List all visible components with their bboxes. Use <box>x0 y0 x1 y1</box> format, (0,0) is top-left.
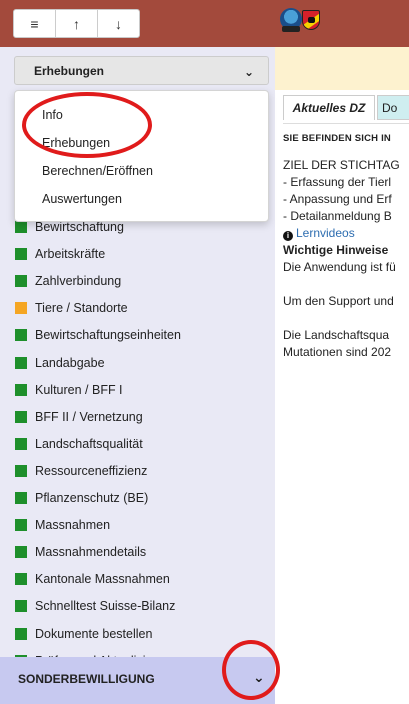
sidebar-item-label: Landschaftsqualität <box>35 436 143 451</box>
top-bar: ≡ ↑ ↓ <box>0 0 409 47</box>
sidebar-item[interactable]: Zahlverbindung <box>15 272 121 290</box>
sidebar-item-label: Arbeitskräfte <box>35 247 106 262</box>
status-square-icon <box>15 627 27 640</box>
status-square-icon <box>15 248 27 261</box>
annotation-circle-sonder-chevron <box>222 640 280 700</box>
sidebar-item-label: Tiere / Standorte <box>35 301 128 316</box>
sidebar-item-label: Kantonale Massnahmen <box>35 572 170 587</box>
sidebar-item-label: Landabgabe <box>35 355 105 370</box>
status-square-icon <box>15 302 27 315</box>
sidebar-item[interactable]: Pflanzenschutz (BE) <box>15 489 148 507</box>
hamburger-icon[interactable]: ≡ <box>14 10 56 37</box>
tab-divider <box>283 123 409 124</box>
important-notes-heading: Wichtige Hinweise <box>283 243 389 257</box>
dropdown-item-berechnen[interactable]: Berechnen/Eröffnen <box>42 164 153 178</box>
content-paragraph: Die Landschaftsqua <box>283 328 390 342</box>
sonderbewilligung-label: SONDERBEWILLIGUNG <box>18 672 155 686</box>
sidebar-item[interactable]: Landschaftsqualität <box>15 435 143 453</box>
module-select-value: Erhebungen <box>34 63 105 78</box>
status-square-icon <box>15 519 27 532</box>
sidebar-item[interactable]: Massnahmen <box>15 516 110 534</box>
content-paragraph: Um den Support und <box>283 294 394 308</box>
sidebar-item-label: Dokumente bestellen <box>35 626 153 641</box>
lernvideos-link[interactable]: Lernvideos <box>296 226 355 240</box>
sidebar-item-label: Bewirtschaftung <box>35 220 124 234</box>
tab-documents[interactable]: Do <box>377 95 409 120</box>
sidebar-item-label: Bewirtschaftungseinheiten <box>35 328 181 343</box>
content-paragraph: Mutationen sind 202 <box>283 345 392 359</box>
status-square-icon <box>15 464 27 477</box>
status-square-icon <box>15 356 27 369</box>
bern-coat-of-arms-icon <box>302 10 320 30</box>
sidebar-item-label: Schnelltest Suisse-Bilanz <box>35 599 176 614</box>
annotation-circle-erhebungen <box>22 92 152 158</box>
status-square-icon <box>15 492 27 504</box>
sidebar-item[interactable]: Tiere / Standorte <box>15 299 128 317</box>
main-content: SIE BEFINDEN SICH IN ZIEL DER STICHTAG -… <box>283 130 409 361</box>
nav-button-group: ≡ ↑ ↓ <box>13 9 140 38</box>
status-square-icon <box>15 546 27 559</box>
status-square-icon <box>15 329 27 342</box>
status-square-icon <box>15 573 27 586</box>
sidebar-item[interactable]: Bewirtschaftungseinheiten <box>15 326 181 344</box>
status-square-icon <box>15 600 27 613</box>
sidebar-item[interactable]: Kantonale Massnahmen <box>15 570 170 588</box>
sidebar-item-label: Zahlverbindung <box>35 274 122 289</box>
module-select[interactable]: Erhebungen ⌄ <box>14 56 269 85</box>
location-heading: SIE BEFINDEN SICH IN <box>283 133 391 144</box>
status-square-icon <box>15 275 27 288</box>
arrow-down-icon[interactable]: ↓ <box>98 10 139 37</box>
globe-logo-base <box>282 26 300 32</box>
dropdown-item-auswertungen[interactable]: Auswertungen <box>42 192 122 206</box>
sidebar-item[interactable]: Massnahmendetails <box>15 543 146 561</box>
sidebar-item[interactable]: BFF II / Vernetzung <box>15 408 143 426</box>
sidebar-item-label: Massnahmen <box>35 518 111 533</box>
content-line: - Anpassung und Erf <box>283 192 392 206</box>
sidebar-item-label: Massnahmendetails <box>35 545 147 560</box>
content-line: - Erfassung der Tierl <box>283 175 392 189</box>
tab-bar: Aktuelles DZ Do <box>283 95 409 120</box>
tab-aktuelles-dz[interactable]: Aktuelles DZ <box>283 95 375 120</box>
content-line: ZIEL DER STICHTAG <box>283 158 400 172</box>
content-paragraph: Die Anwendung ist fü <box>283 260 396 274</box>
arrow-up-icon[interactable]: ↑ <box>56 10 98 37</box>
sidebar-item-label: Pflanzenschutz (BE) <box>35 491 149 505</box>
status-square-icon <box>15 437 27 450</box>
sidebar-item[interactable]: Landabgabe <box>15 354 105 372</box>
sidebar-item[interactable]: Arbeitskräfte <box>15 245 105 263</box>
content-line: - Detailanmeldung B <box>283 209 392 223</box>
info-icon: i <box>283 231 293 241</box>
chevron-down-icon: ⌄ <box>243 65 254 79</box>
lernvideos-link-row: i Lernvideos <box>283 225 409 242</box>
sidebar-item[interactable]: Ressourceneffizienz <box>15 462 147 480</box>
sidebar-item-label: Ressourceneffizienz <box>35 463 148 478</box>
status-square-icon <box>15 383 27 396</box>
sidebar-item[interactable]: Dokumente bestellen <box>15 625 152 643</box>
sidebar-item-label: Kulturen / BFF I <box>35 382 123 397</box>
sidebar-item[interactable]: Kulturen / BFF I <box>15 381 123 399</box>
status-square-icon <box>15 410 27 423</box>
sidebar-item-label: BFF II / Vernetzung <box>35 409 143 424</box>
sidebar-item[interactable]: Schnelltest Suisse-Bilanz <box>15 597 175 615</box>
status-square-icon <box>15 221 27 233</box>
